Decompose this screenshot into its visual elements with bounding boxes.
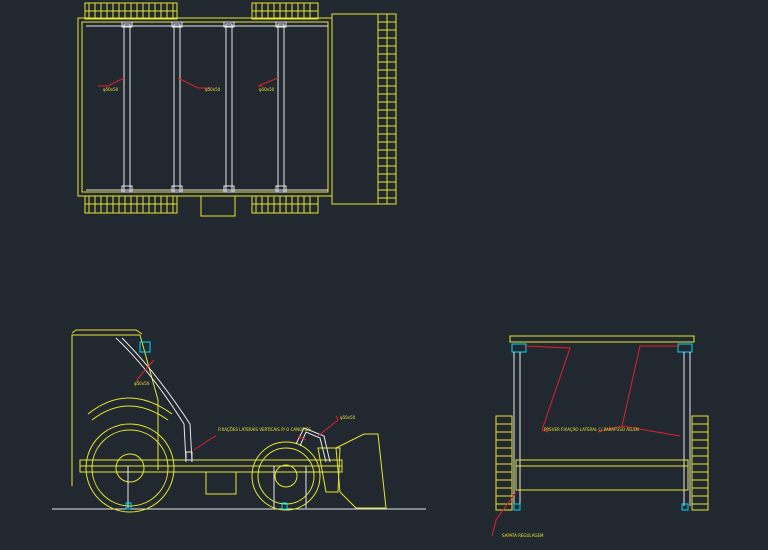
front-view: PREVER FIXAÇÃO LATERAL C/ PARAFUSO ALLEN… (491, 335, 709, 538)
top-left-track (84, 2, 178, 20)
cad-drawing-canvas: φ50x50 φ50x50 φ50x50 φ50x50 FIXAÇÕES LAT… (52, 2, 709, 538)
side-view: φ50x50 FIXAÇÕES LATERAIS VERTICAIS P/ O … (52, 329, 426, 513)
leader-front-1 (523, 345, 681, 437)
rear-wheel (85, 423, 175, 513)
cab-outline (71, 334, 159, 486)
top-view: φ50x50 φ50x50 φ50x50 (77, 2, 397, 217)
label-top-1: φ50x50 (103, 87, 119, 92)
label-top-2: φ50x50 (205, 87, 221, 92)
canopy-light-left (511, 343, 527, 353)
label-front-2: SAPATA REGULAGEM (502, 533, 544, 538)
front-wheel (251, 441, 321, 511)
label-side-1: φ50x50 (134, 381, 150, 386)
label-front-1a: PREVER FIXAÇÃO LATERAL C/ PARAFUSO ALLEN (544, 427, 639, 432)
leader-side-2 (193, 435, 217, 451)
label-top-3: φ50x50 (259, 87, 275, 92)
rear-fender (87, 397, 173, 421)
side-roll-bar (115, 337, 193, 463)
label-side-3: φ50x50 (340, 415, 356, 420)
top-right-track (251, 2, 319, 20)
canopy-top (509, 335, 695, 343)
leader-1 (98, 77, 125, 87)
hitch-block (200, 195, 236, 217)
cab-light (139, 341, 151, 353)
front-left-track (495, 415, 513, 511)
top-bucket (331, 13, 397, 205)
canopy-light-right (677, 343, 693, 353)
roll-bars (86, 21, 328, 193)
front-chassis (515, 459, 689, 491)
bottom-left-track (84, 195, 178, 214)
side-bucket (335, 433, 387, 509)
front-right-track (691, 415, 709, 511)
leader-3 (257, 77, 279, 87)
label-side-2: FIXAÇÕES LATERAIS VERTICAIS P/ O CANOPIE… (218, 427, 311, 432)
bottom-right-track (251, 195, 319, 214)
